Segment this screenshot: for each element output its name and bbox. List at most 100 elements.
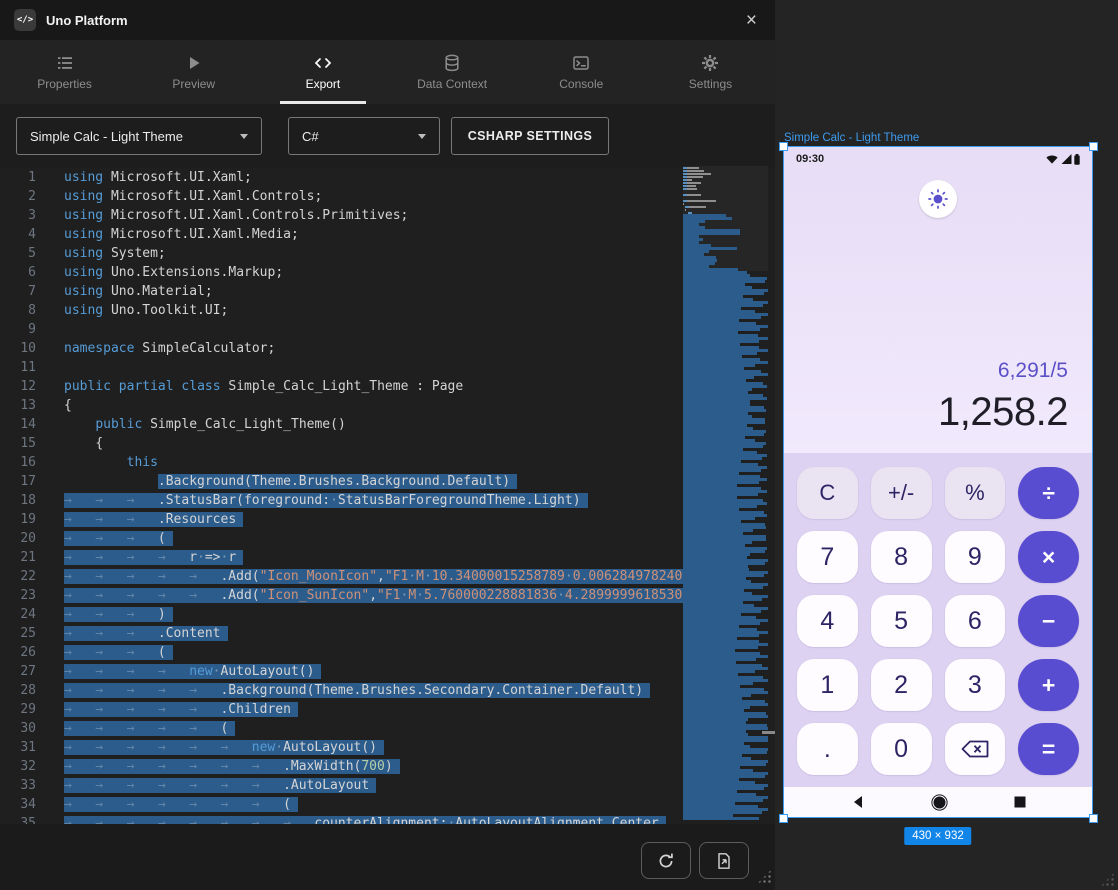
code-line-content: using Microsoft.UI.Xaml; <box>64 168 775 187</box>
key-3[interactable]: 3 <box>945 659 1006 711</box>
key-equals[interactable]: = <box>1018 723 1079 775</box>
chevron-down-icon <box>418 134 426 139</box>
export-file-button[interactable] <box>699 842 749 879</box>
code-line: 19→→→.Resources <box>0 510 775 529</box>
key-clear[interactable]: C <box>797 467 858 519</box>
close-icon[interactable]: × <box>742 11 761 30</box>
window-title: Uno Platform <box>46 13 128 28</box>
code-line-content: →→→.Content <box>64 624 775 643</box>
code-line-content: →→→→→.Children <box>64 700 775 719</box>
status-bar: 09:30 <box>784 147 1092 171</box>
key-4[interactable]: 4 <box>797 595 858 647</box>
code-line: 31→→→→→→new·AutoLayout() <box>0 738 775 757</box>
tab-label-export: Export <box>306 77 341 91</box>
code-line-content: using System; <box>64 244 775 263</box>
code-line: 20→→→( <box>0 529 775 548</box>
sun-icon <box>927 188 949 210</box>
keypad: C+/-%÷ 789× 456− 123+.0 = <box>784 453 1092 787</box>
properties-list-icon <box>56 54 74 72</box>
export-toolbar: Simple Calc - Light Theme C# CSHARP SETT… <box>0 104 775 168</box>
code-editor[interactable]: 1using Microsoft.UI.Xaml;2using Microsof… <box>0 168 775 824</box>
tab-console[interactable]: Console <box>517 40 646 104</box>
refresh-button[interactable] <box>641 842 691 879</box>
key-backspace[interactable] <box>945 723 1006 775</box>
key-multiply[interactable]: × <box>1018 531 1079 583</box>
code-line: 24→→→) <box>0 605 775 624</box>
code-line: 21→→→→r·=>·r <box>0 548 775 567</box>
preview-stage[interactable]: Simple Calc - Light Theme 09:30 <box>775 0 1118 890</box>
tab-preview[interactable]: Preview <box>129 40 258 104</box>
code-line: 10namespace SimpleCalculator; <box>0 339 775 358</box>
code-line: 2using Microsoft.UI.Xaml.Controls; <box>0 187 775 206</box>
panel-resize-grip[interactable] <box>757 869 772 884</box>
tab-label-data-context: Data Context <box>417 77 487 91</box>
code-line: 28→→→→→.Background(Theme.Brushes.Seconda… <box>0 681 775 700</box>
csharp-settings-button[interactable]: CSHARP SETTINGS <box>451 117 609 155</box>
key-6[interactable]: 6 <box>945 595 1006 647</box>
tab-properties[interactable]: Properties <box>0 40 129 104</box>
key-percent[interactable]: % <box>945 467 1006 519</box>
code-line: 33→→→→→→→.AutoLayout <box>0 776 775 795</box>
key-decimal[interactable]: . <box>797 723 858 775</box>
key-9[interactable]: 9 <box>945 531 1006 583</box>
frame-label[interactable]: Simple Calc - Light Theme <box>784 132 919 144</box>
component-dropdown[interactable]: Simple Calc - Light Theme <box>16 117 262 155</box>
nav-back-button[interactable] <box>851 795 865 809</box>
key-plus[interactable]: + <box>1018 659 1079 711</box>
code-line: 26→→→( <box>0 643 775 662</box>
tab-label-preview: Preview <box>172 77 215 91</box>
minimap[interactable] <box>683 166 768 820</box>
key-0[interactable]: 0 <box>871 723 932 775</box>
line-number: 3 <box>0 206 64 225</box>
key-1[interactable]: 1 <box>797 659 858 711</box>
code-selection: →→→→r·=>·r <box>64 550 243 565</box>
code-line: 35→→→→→→→→counterAlignment:·AutoLayoutAl… <box>0 814 775 824</box>
code-selection: .Background(Theme.Brushes.Background.Def… <box>158 474 517 489</box>
phone-frame[interactable]: 09:30 6,29 <box>783 146 1093 818</box>
selection-handle-bottom-left[interactable] <box>779 814 788 823</box>
key-7[interactable]: 7 <box>797 531 858 583</box>
key-5[interactable]: 5 <box>871 595 932 647</box>
key-minus[interactable]: − <box>1018 595 1079 647</box>
line-number: 8 <box>0 301 64 320</box>
key-8[interactable]: 8 <box>871 531 932 583</box>
code-line: 9 <box>0 320 775 339</box>
key-2[interactable]: 2 <box>871 659 932 711</box>
bottom-bar <box>0 824 775 890</box>
code-line-content: public partial class Simple_Calc_Light_T… <box>64 377 775 396</box>
line-number: 20 <box>0 529 64 548</box>
code-line-content: →→→→→.Background(Theme.Brushes.Secondary… <box>64 681 775 700</box>
code-selection: →→→( <box>64 645 173 660</box>
key-divide[interactable]: ÷ <box>1018 467 1079 519</box>
selection-handle-top-right[interactable] <box>1089 142 1098 151</box>
code-selection: →→→.Content <box>64 626 228 641</box>
line-number: 1 <box>0 168 64 187</box>
tab-export[interactable]: Export <box>258 40 387 104</box>
selection-handle-bottom-right[interactable] <box>1089 814 1098 823</box>
code-line: 22→→→→→.Add("Icon_MoonIcon","F1·M·10.340… <box>0 567 775 586</box>
code-line: 4using Microsoft.UI.Xaml.Media; <box>0 225 775 244</box>
line-number: 11 <box>0 358 64 377</box>
line-number: 9 <box>0 320 64 339</box>
theme-toggle-button[interactable] <box>919 180 957 218</box>
line-number: 2 <box>0 187 64 206</box>
line-number: 24 <box>0 605 64 624</box>
tab-data-context[interactable]: Data Context <box>388 40 517 104</box>
refresh-icon <box>657 852 675 870</box>
line-number: 4 <box>0 225 64 244</box>
window-resize-grip[interactable] <box>1100 872 1115 887</box>
nav-recents-button[interactable] <box>1014 796 1026 808</box>
key-plus-minus[interactable]: +/- <box>871 467 932 519</box>
selection-handle-top-left[interactable] <box>779 142 788 151</box>
code-line: 30→→→→→( <box>0 719 775 738</box>
nav-home-button[interactable] <box>931 794 948 811</box>
language-dropdown[interactable]: C# <box>288 117 440 155</box>
tab-label-console: Console <box>559 77 603 91</box>
code-line-content: { <box>64 396 775 415</box>
calc-display: 6,291/5 1,258.2 <box>938 359 1068 435</box>
component-dropdown-value: Simple Calc - Light Theme <box>30 129 183 144</box>
line-number: 34 <box>0 795 64 814</box>
tab-settings[interactable]: Settings <box>646 40 775 104</box>
recents-square-icon <box>1014 796 1026 808</box>
code-line: 17 .Background(Theme.Brushes.Background.… <box>0 472 775 491</box>
